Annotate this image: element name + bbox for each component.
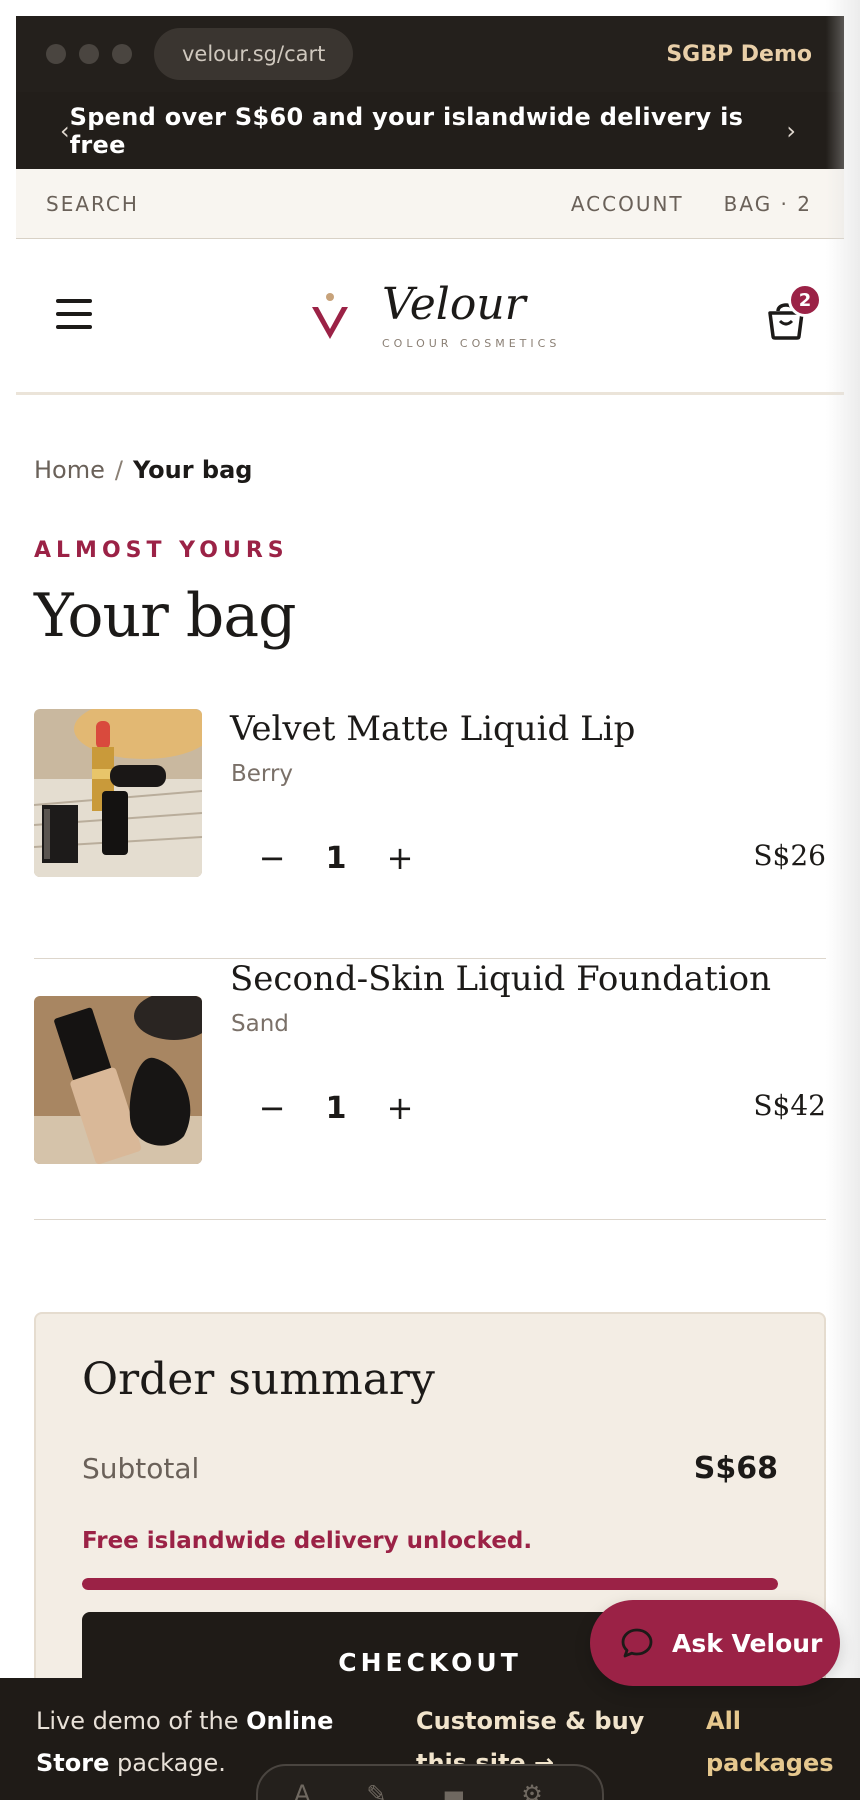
cart-count-badge: 2 xyxy=(788,283,822,317)
quantity-stepper: − 1 + xyxy=(252,1089,420,1127)
delivery-progress-fill xyxy=(82,1578,778,1590)
cart-item: Velvet Matte Liquid Lip Berry − 1 + S$26 xyxy=(34,709,826,959)
page-frame: velour.sg/cart SGBP Demo ‹ Spend over S$… xyxy=(16,16,844,395)
window-dot-icon[interactable] xyxy=(46,44,66,64)
all-packages-link[interactable]: All packages xyxy=(706,1700,836,1784)
cart-item: Second-Skin Liquid Foundation Sand − 1 +… xyxy=(34,959,826,1220)
window-dot-icon[interactable] xyxy=(112,44,132,64)
subtotal-value: S$68 xyxy=(693,1451,778,1486)
promo-text: Spend over S$60 and your islandwide deli… xyxy=(69,102,744,159)
item-variant: Berry xyxy=(231,761,294,787)
demo-text-prefix: Live demo of the xyxy=(36,1707,247,1735)
brand-logo[interactable]: Velour COLOUR COSMETICS xyxy=(308,283,560,350)
chat-label: Ask Velour xyxy=(672,1628,823,1658)
quantity-value[interactable]: 1 xyxy=(292,1091,380,1126)
subtotal-row: Subtotal S$68 xyxy=(82,1451,778,1486)
breadcrumb-current: Your bag xyxy=(132,456,253,484)
promo-next-arrow-icon[interactable]: › xyxy=(786,117,796,145)
brand-name: Velour xyxy=(382,279,526,330)
brand-mark-icon xyxy=(312,292,348,339)
item-name[interactable]: Velvet Matte Liquid Lip xyxy=(230,709,635,749)
theme-tool-icon[interactable]: ✎ xyxy=(366,1780,386,1800)
increase-quantity-button[interactable]: + xyxy=(380,1089,420,1127)
browser-chrome: velour.sg/cart SGBP Demo xyxy=(16,16,844,92)
breadcrumb-separator: / xyxy=(114,456,123,484)
settings-tool-icon[interactable]: ⚙ xyxy=(521,1780,543,1800)
subtotal-label: Subtotal xyxy=(82,1452,200,1485)
increase-quantity-button[interactable]: + xyxy=(380,839,420,877)
demo-label: SGBP Demo xyxy=(666,41,812,67)
demo-tool-dock: A ✎ ▬ ⚙ xyxy=(256,1764,604,1800)
product-image-lipstick[interactable] xyxy=(34,709,202,877)
ask-velour-chat-button[interactable]: Ask Velour xyxy=(590,1600,840,1686)
quantity-stepper: − 1 + xyxy=(252,839,420,877)
demo-text-suffix: package. xyxy=(109,1749,226,1777)
item-variant: Sand xyxy=(231,1011,289,1037)
item-price: S$26 xyxy=(753,839,826,872)
utility-links: ACCOUNT BAG · 2 xyxy=(571,192,812,216)
window-controls xyxy=(46,44,132,64)
chat-bubble-icon xyxy=(621,1628,653,1658)
product-image-foundation[interactable] xyxy=(34,996,202,1164)
item-name[interactable]: Second-Skin Liquid Foundation xyxy=(230,959,771,999)
cart-main: Home / Your bag ALMOST YOURS Your bag Ve… xyxy=(34,456,826,1220)
promo-prev-arrow-icon[interactable]: ‹ xyxy=(60,117,70,145)
breadcrumb-home[interactable]: Home xyxy=(34,456,105,484)
bag-link[interactable]: BAG · 2 xyxy=(724,192,812,216)
font-tool-icon[interactable]: A xyxy=(294,1780,310,1800)
brand-text: Velour COLOUR COSMETICS xyxy=(382,279,561,351)
search-link[interactable]: SEARCH xyxy=(46,192,139,216)
delivery-progress-bar xyxy=(82,1578,778,1590)
address-bar[interactable]: velour.sg/cart xyxy=(154,28,354,80)
page-eyebrow: ALMOST YOURS xyxy=(34,538,289,563)
menu-icon[interactable] xyxy=(56,299,92,329)
window-dot-icon[interactable] xyxy=(79,44,99,64)
decrease-quantity-button[interactable]: − xyxy=(252,839,292,877)
brand-tagline: COLOUR COSMETICS xyxy=(382,337,561,350)
account-link[interactable]: ACCOUNT xyxy=(571,192,684,216)
layout-tool-icon[interactable]: ▬ xyxy=(443,1780,466,1800)
site-header: Velour COLOUR COSMETICS 2 xyxy=(16,239,844,395)
quantity-value[interactable]: 1 xyxy=(292,841,380,876)
promo-bar: ‹ Spend over S$60 and your islandwide de… xyxy=(16,92,844,169)
item-price: S$42 xyxy=(753,1089,826,1122)
summary-title: Order summary xyxy=(82,1354,435,1405)
cart-list: Velvet Matte Liquid Lip Berry − 1 + S$26 xyxy=(34,709,826,1220)
page-title: Your bag xyxy=(34,581,297,651)
decrease-quantity-button[interactable]: − xyxy=(252,1089,292,1127)
breadcrumb: Home / Your bag xyxy=(34,456,826,502)
utility-bar: SEARCH ACCOUNT BAG · 2 xyxy=(16,169,844,239)
delivery-message: Free islandwide delivery unlocked. xyxy=(82,1528,533,1554)
